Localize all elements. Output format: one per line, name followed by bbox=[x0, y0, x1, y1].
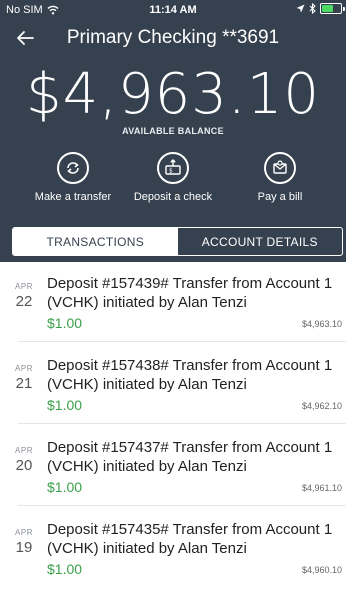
transaction-date: APR 20 bbox=[10, 446, 38, 474]
transaction-day: 21 bbox=[15, 375, 33, 392]
make-transfer-label: Make a transfer bbox=[34, 191, 112, 203]
transaction-date: APR 19 bbox=[10, 528, 38, 556]
pay-bill-icon bbox=[264, 152, 296, 184]
transaction-day: 20 bbox=[15, 457, 33, 474]
battery-icon bbox=[320, 3, 345, 14]
transaction-amount: $1.00 bbox=[47, 561, 83, 577]
transaction-amount: $1.00 bbox=[47, 397, 83, 413]
row-divider bbox=[18, 505, 346, 506]
transaction-month: APR bbox=[15, 446, 33, 455]
transaction-month: APR bbox=[15, 528, 33, 537]
transaction-row[interactable]: APR 21 Deposit #157438# Transfer from Ac… bbox=[0, 356, 346, 434]
transaction-description: Deposit #157438# Transfer from Account 1… bbox=[47, 357, 333, 393]
transaction-day: 22 bbox=[15, 293, 33, 310]
tab-bar: TRANSACTIONS ACCOUNT DETAILS bbox=[12, 227, 343, 256]
page-title: Primary Checking **3691 bbox=[66, 27, 280, 48]
transaction-amount: $1.00 bbox=[47, 479, 83, 495]
account-header: No SIM 11:14 AM Primary Checking **3691 … bbox=[0, 0, 346, 262]
status-time: 11:14 AM bbox=[149, 4, 197, 16]
tab-account-details[interactable]: ACCOUNT DETAILS bbox=[178, 228, 343, 255]
transaction-row[interactable]: APR 22 Deposit #157439# Transfer from Ac… bbox=[0, 274, 346, 352]
transaction-row[interactable]: APR 20 Deposit #157437# Transfer from Ac… bbox=[0, 438, 346, 516]
status-bar: No SIM 11:14 AM bbox=[0, 0, 346, 20]
row-divider bbox=[18, 341, 346, 342]
row-divider bbox=[18, 423, 346, 424]
make-transfer-button[interactable]: Make a transfer bbox=[18, 152, 128, 203]
transaction-description: Deposit #157437# Transfer from Account 1… bbox=[47, 439, 333, 475]
available-balance-label: AVAILABLE BALANCE bbox=[122, 126, 224, 136]
transaction-running-balance: $4,962.10 bbox=[301, 401, 342, 411]
pay-bill-label: Pay a bill bbox=[257, 191, 303, 203]
transaction-date: APR 22 bbox=[10, 282, 38, 310]
status-right bbox=[296, 3, 345, 14]
nav-bar: Primary Checking **3691 bbox=[0, 22, 346, 56]
quick-actions: Make a transfer $ Deposit a check Pay a bbox=[0, 152, 346, 210]
transaction-day: 19 bbox=[15, 539, 33, 556]
deposit-check-icon: $ bbox=[157, 152, 189, 184]
transaction-month: APR bbox=[15, 282, 33, 291]
transaction-running-balance: $4,961.10 bbox=[301, 483, 342, 493]
location-arrow-icon bbox=[296, 4, 305, 13]
transaction-running-balance: $4,960.10 bbox=[301, 565, 342, 575]
transfer-icon bbox=[57, 152, 89, 184]
transaction-description: Deposit #157435# Transfer from Account 1… bbox=[47, 521, 333, 557]
bluetooth-icon bbox=[309, 3, 316, 14]
transaction-row[interactable]: APR 19 Deposit #157435# Transfer from Ac… bbox=[0, 520, 346, 595]
available-balance-amount: $4,963.10 bbox=[25, 62, 320, 127]
deposit-check-button[interactable]: $ Deposit a check bbox=[118, 152, 228, 203]
transaction-amount: $1.00 bbox=[47, 315, 83, 331]
deposit-check-label: Deposit a check bbox=[133, 191, 213, 203]
transaction-month: APR bbox=[15, 364, 33, 373]
svg-text:$: $ bbox=[169, 168, 173, 175]
transaction-description: Deposit #157439# Transfer from Account 1… bbox=[47, 275, 333, 311]
tab-transactions[interactable]: TRANSACTIONS bbox=[13, 228, 178, 255]
transaction-running-balance: $4,963.10 bbox=[301, 319, 342, 329]
pay-bill-button[interactable]: Pay a bill bbox=[225, 152, 335, 203]
transaction-list: APR 22 Deposit #157439# Transfer from Ac… bbox=[0, 262, 346, 595]
transaction-date: APR 21 bbox=[10, 364, 38, 392]
